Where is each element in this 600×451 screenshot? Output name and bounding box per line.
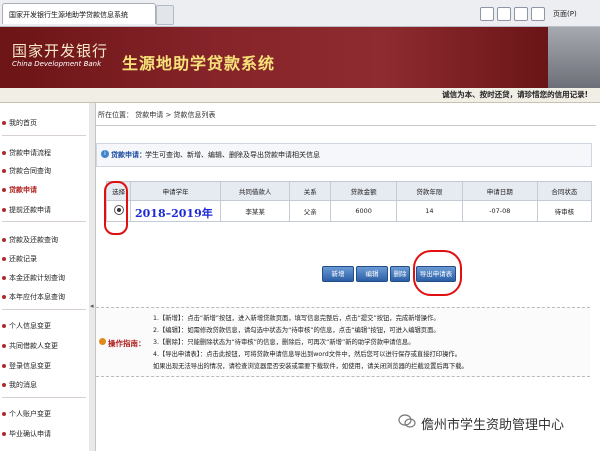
page-menu[interactable]: 页面(P) bbox=[553, 9, 577, 19]
add-button[interactable]: 新增 bbox=[322, 266, 354, 282]
table-header-row: 选择 申请学年 共同借款人 关系 贷款金额 贷款年限 申请日期 合同状态 bbox=[105, 181, 593, 201]
sidebar-item-repay-plan[interactable]: 本金还款计划查询 bbox=[2, 273, 65, 283]
mail-icon[interactable] bbox=[514, 7, 528, 21]
bullet-icon bbox=[2, 344, 6, 348]
bullet-icon bbox=[2, 383, 6, 387]
sidebar-item-repay-records[interactable]: 还款记录 bbox=[2, 254, 37, 264]
sidebar-item-annual-interest[interactable]: 本年应付本息查询 bbox=[2, 292, 65, 302]
sidebar-splitter[interactable] bbox=[89, 103, 96, 451]
breadcrumb: 所在位置： 贷款申请 > 贷款信息列表 bbox=[98, 111, 216, 119]
bullet-icon bbox=[2, 295, 6, 299]
print-icon[interactable] bbox=[531, 7, 545, 21]
help-line: 如果出现无法导出的情况，请检查浏览器是否安装或需要下载软件，如使用，请关闭浏览器… bbox=[153, 363, 468, 370]
bank-name-en: China Development Bank bbox=[12, 60, 102, 68]
column-header: 共同借款人 bbox=[220, 181, 291, 201]
sidebar-item-home[interactable]: 我的首页 bbox=[2, 118, 37, 128]
column-header: 贷款年限 bbox=[396, 181, 463, 201]
feeds-icon[interactable] bbox=[497, 7, 511, 21]
years-cell: 14 bbox=[396, 200, 463, 222]
info-icon: i bbox=[101, 150, 109, 158]
co-borrower-cell: 李某某 bbox=[220, 200, 291, 222]
home-icon[interactable] bbox=[480, 7, 494, 21]
bullet-icon bbox=[2, 188, 6, 192]
watermark-text: 儋州市学生资助管理中心 bbox=[421, 418, 565, 433]
sidebar-item-messages[interactable]: 我的消息 bbox=[2, 380, 37, 390]
sidebar: 我的首页 贷款申请流程 贷款合同查询 贷款申请 提前还款申请 贷款及还款查询 还… bbox=[0, 103, 90, 451]
bullet-icon bbox=[2, 208, 6, 212]
help-line: 3.【删除】：只能删除状态为“待审核”的信息，删除后，可再次“新增”新的助学贷款… bbox=[153, 339, 415, 346]
date-cell: -07-08 bbox=[461, 200, 538, 222]
sidebar-item-login-info[interactable]: 登录信息变更 bbox=[2, 361, 51, 371]
sidebar-item-account-change[interactable]: 个人账户变更 bbox=[2, 409, 51, 419]
help-label: 操作指南： bbox=[108, 339, 146, 348]
sidebar-item-co-borrower[interactable]: 共同借款人变更 bbox=[2, 341, 58, 351]
info-label: 贷款申请： bbox=[111, 151, 146, 159]
bullet-icon bbox=[2, 432, 6, 436]
wechat-icon bbox=[398, 414, 416, 428]
sidebar-item-personal-info[interactable]: 个人信息变更 bbox=[2, 321, 51, 331]
red-circle-annotation bbox=[413, 250, 462, 296]
collapse-arrow-icon[interactable]: ◂ bbox=[90, 302, 94, 310]
column-header: 合同状态 bbox=[536, 181, 593, 201]
bullet-icon bbox=[2, 276, 6, 280]
divider bbox=[96, 125, 596, 126]
bullet-icon bbox=[2, 238, 6, 242]
help-line: 2.【编辑】：如需修改贷款信息，请勾选中状态为“待审核”的信息，点击“编辑”按钮… bbox=[153, 327, 440, 334]
system-title: 生源地助学贷款系统 bbox=[122, 54, 276, 73]
bullet-icon bbox=[2, 412, 6, 416]
bank-logo: 国家开发银行 China Development Bank bbox=[12, 40, 120, 72]
slogan-text: 诚信为本、按时还贷，请珍惜您的信用记录! bbox=[442, 90, 588, 99]
sidebar-item-loan-apply[interactable]: 贷款申请 bbox=[2, 185, 37, 195]
info-text: 学生可查询、新增、编辑、删除及导出贷款申请相关信息 bbox=[145, 151, 320, 159]
help-icon bbox=[99, 338, 106, 345]
relation-cell: 父亲 bbox=[289, 200, 332, 222]
help-line: 1.【新增】：点击“新增”按钮，进入新增贷款页面，填写信息完整后，点击“提交”按… bbox=[153, 315, 440, 322]
red-circle-annotation bbox=[104, 181, 128, 235]
sidebar-item-early-repay[interactable]: 提前还款申请 bbox=[2, 205, 51, 215]
bullet-icon bbox=[2, 121, 6, 125]
tab-title: 国家开发银行生源地助学贷款信息系统 bbox=[9, 11, 128, 19]
sidebar-item-graduation[interactable]: 毕业确认申请 bbox=[2, 429, 51, 439]
column-header: 申请学年 bbox=[130, 181, 222, 201]
new-tab-button[interactable] bbox=[156, 5, 174, 25]
bullet-icon bbox=[2, 324, 6, 328]
sidebar-item-loan-process[interactable]: 贷款申请流程 bbox=[2, 148, 51, 158]
sidebar-divider bbox=[2, 221, 86, 222]
bullet-icon bbox=[2, 257, 6, 261]
column-header: 申请日期 bbox=[461, 181, 538, 201]
bullet-icon bbox=[2, 364, 6, 368]
column-header: 关系 bbox=[289, 181, 332, 201]
column-header: 贷款金额 bbox=[330, 181, 398, 201]
bullet-icon bbox=[2, 169, 6, 173]
sidebar-item-loan-repay-query[interactable]: 贷款及还款查询 bbox=[2, 235, 58, 245]
header-photo bbox=[548, 27, 600, 88]
year-annotation: 2018–2019年 bbox=[135, 207, 213, 220]
sidebar-divider bbox=[2, 397, 86, 398]
amount-cell: 6000 bbox=[330, 200, 398, 222]
sidebar-divider bbox=[2, 135, 86, 136]
status-cell: 待审核 bbox=[536, 200, 593, 222]
sidebar-item-contract-query[interactable]: 贷款合同查询 bbox=[2, 166, 51, 176]
sidebar-divider bbox=[2, 309, 86, 310]
help-line: 4.【导出申请表】：点击此按钮，可将贷款申请信息导出到word文件中，然后您可以… bbox=[153, 351, 461, 358]
edit-button[interactable]: 编辑 bbox=[356, 266, 388, 282]
delete-button[interactable]: 删除 bbox=[390, 266, 410, 282]
bank-name-cn: 国家开发银行 bbox=[12, 42, 109, 60]
bullet-icon bbox=[2, 151, 6, 155]
browser-tab[interactable]: 国家开发银行生源地助学贷款信息系统 bbox=[2, 3, 156, 24]
